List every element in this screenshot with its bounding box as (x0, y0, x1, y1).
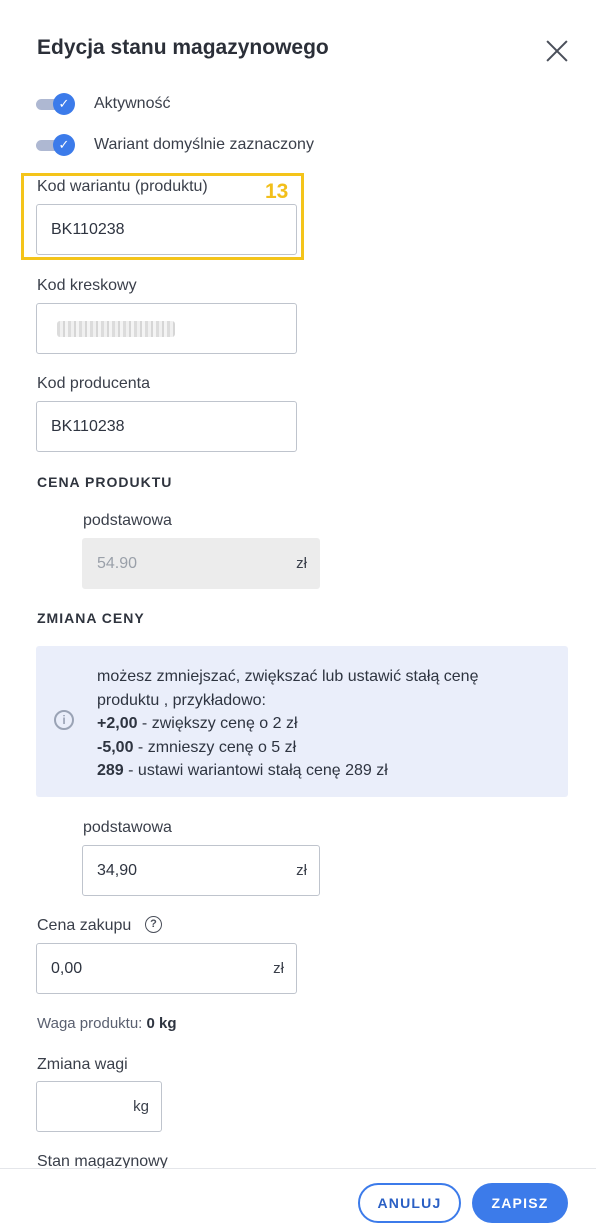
price-section-title: CENA PRODUKTU (37, 474, 173, 490)
info-line: możesz zmniejszać, zwiększać lub ustawić… (97, 668, 479, 685)
base-price-label: podstawowa (83, 512, 172, 529)
product-weight: Waga produktu: 0 kg (37, 1015, 177, 1032)
variant-code-value: BK110238 (51, 220, 125, 238)
purchase-price-input[interactable]: 0,00 zł (36, 943, 297, 994)
price-change-section-title: ZMIANA CENY (37, 610, 145, 626)
default-variant-toggle-label: Wariant domyślnie zaznaczony (94, 136, 314, 153)
price-change-info-text: możesz zmniejszać, zwiększać lub ustawić… (97, 665, 478, 783)
default-variant-toggle[interactable]: ✓ (36, 133, 76, 157)
barcode-label: Kod kreskowy (37, 277, 137, 294)
toggle-row-active: ✓ Aktywność (36, 92, 170, 116)
price-change-input[interactable]: 34,90 zł (82, 845, 320, 896)
weight-change-input[interactable]: kg (36, 1081, 162, 1132)
check-icon: ✓ (53, 93, 75, 115)
variant-code-label: Kod wariantu (produktu) (37, 178, 208, 195)
purchase-price-value: 0,00 (51, 959, 83, 977)
base-price-input: 54.90 zł (82, 538, 320, 589)
base-price-value: 54.90 (97, 554, 138, 572)
help-icon[interactable]: ? (145, 916, 162, 933)
currency-suffix: zł (273, 960, 284, 977)
save-button[interactable]: ZAPISZ (472, 1183, 568, 1223)
purchase-price-label: Cena zakupu (37, 917, 132, 934)
info-icon: i (54, 710, 74, 730)
currency-suffix: zł (296, 862, 307, 879)
weight-change-label: Zmiana wagi (37, 1056, 128, 1073)
active-toggle[interactable]: ✓ (36, 92, 76, 116)
price-change-base-label: podstawowa (83, 819, 172, 836)
close-icon[interactable] (544, 38, 570, 64)
info-line: produktu , przykładowo: (97, 691, 266, 709)
page-title: Edycja stanu magazynowego (37, 36, 329, 59)
variant-code-input[interactable]: BK110238 (36, 204, 297, 255)
info-example: +2,00 - zwiększy cenę o 2 zł (97, 715, 298, 732)
price-change-info-box: i możesz zmniejszać, zwiększać lub ustaw… (36, 646, 568, 797)
barcode-input[interactable] (36, 303, 297, 354)
price-change-value: 34,90 (97, 861, 138, 879)
cancel-button[interactable]: ANULUJ (358, 1183, 461, 1223)
blurred-barcode-value (57, 320, 175, 337)
producer-code-label: Kod producenta (37, 375, 150, 392)
active-toggle-label: Aktywność (94, 95, 171, 112)
dialog-footer: ANULUJ ZAPISZ (0, 1168, 596, 1231)
producer-code-input[interactable]: BK110238 (36, 401, 297, 452)
currency-suffix: zł (296, 555, 307, 572)
toggle-row-default: ✓ Wariant domyślnie zaznaczony (36, 133, 314, 157)
check-icon: ✓ (53, 134, 75, 156)
info-example: -5,00 - zmniesz​y cenę o 5 zł (97, 738, 297, 756)
annotation-number: 13 (265, 180, 289, 203)
info-example: 289 - ustawi wariantowi stałą cenę 289 z… (97, 762, 388, 779)
producer-code-value: BK110238 (51, 417, 125, 435)
unit-suffix: kg (133, 1098, 149, 1115)
